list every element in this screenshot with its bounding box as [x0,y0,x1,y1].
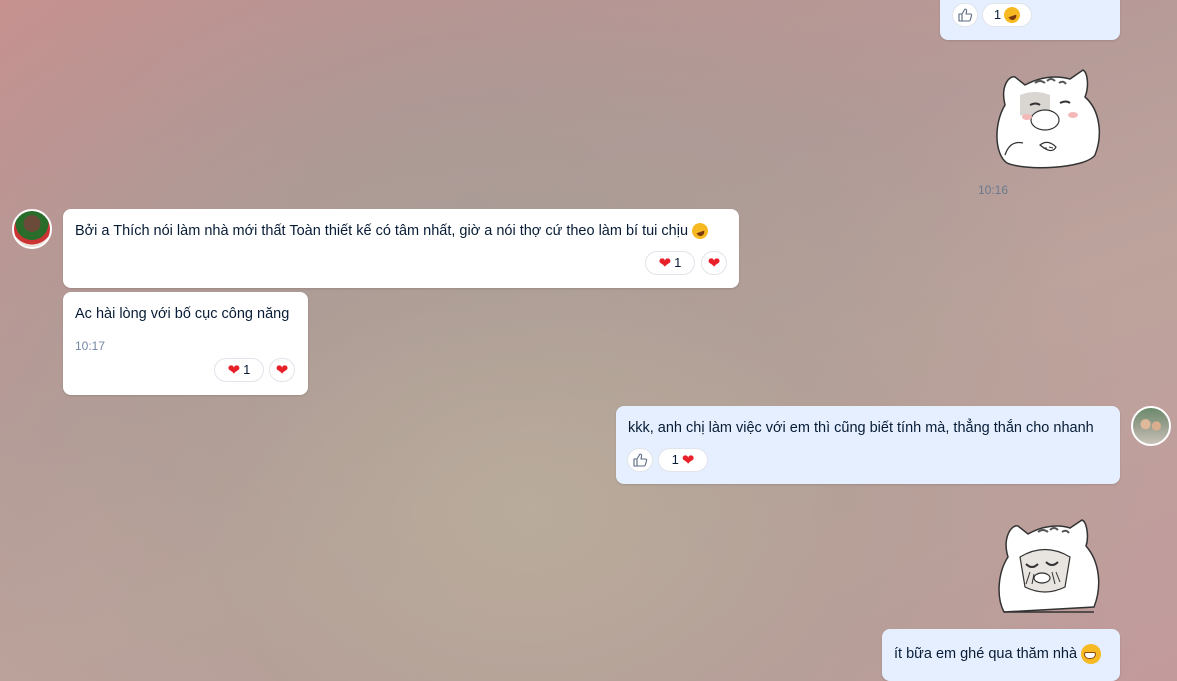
reaction-summary[interactable]: 1 [982,3,1032,27]
contact-avatar[interactable] [12,209,52,249]
chat-area: 1 10:16 Bởi a Thích nói làm nhà mới thất… [0,0,1177,681]
message-bubble-incoming[interactable]: Ac hài lòng với bố cục công năng 10:17 ❤… [63,292,308,395]
rolling-laughing-emoji-icon [689,220,711,242]
message-bubble-outgoing[interactable]: ít bữa em ghé qua thăm nhà [882,629,1120,681]
message-text: ít bữa em ghé qua thăm nhà [894,644,1102,665]
heart-icon: ❤ [658,254,672,272]
like-icon [633,453,648,467]
reaction-count: 1 [671,452,679,467]
like-icon [958,8,973,22]
heart-icon: ❤ [707,254,721,272]
reaction-summary[interactable]: ❤ 1 [645,251,695,275]
user-avatar[interactable] [1131,406,1171,446]
message-bubble-outgoing[interactable]: kkk, anh chị làm việc với em thì cũng bi… [616,406,1120,484]
heart-icon: ❤ [275,361,289,379]
like-reaction-button[interactable] [627,448,653,472]
reaction-count: 1 [674,255,682,270]
message-text: Bởi a Thích nói làm nhà mới thất Toàn th… [75,220,711,242]
message-time: 10:17 [75,339,106,353]
cat-sticker-blush[interactable] [985,65,1110,170]
cat-sticker-crying[interactable] [990,512,1105,614]
heart-reaction-button[interactable]: ❤ [701,251,727,275]
heart-icon: ❤ [227,361,241,379]
message-bubble-incoming[interactable]: Bởi a Thích nói làm nhà mới thất Toàn th… [63,209,739,288]
heart-reaction-button[interactable]: ❤ [269,358,295,382]
message-bubble-outgoing[interactable]: 1 [940,0,1120,40]
reaction-summary[interactable]: 1 ❤ [658,448,708,472]
message-text: Ac hài lòng với bố cục công năng [75,306,290,322]
laughing-emoji-icon [1001,4,1023,26]
reaction-count: 1 [243,362,251,377]
grinning-emoji-icon [1081,644,1102,665]
message-time: 10:16 [978,183,1009,197]
like-reaction-button[interactable] [952,3,978,27]
reaction-count: 1 [993,7,1002,22]
heart-icon: ❤ [681,451,695,469]
reaction-summary[interactable]: ❤ 1 [214,358,264,382]
message-text: kkk, anh chị làm việc với em thì cũng bi… [628,420,1094,436]
